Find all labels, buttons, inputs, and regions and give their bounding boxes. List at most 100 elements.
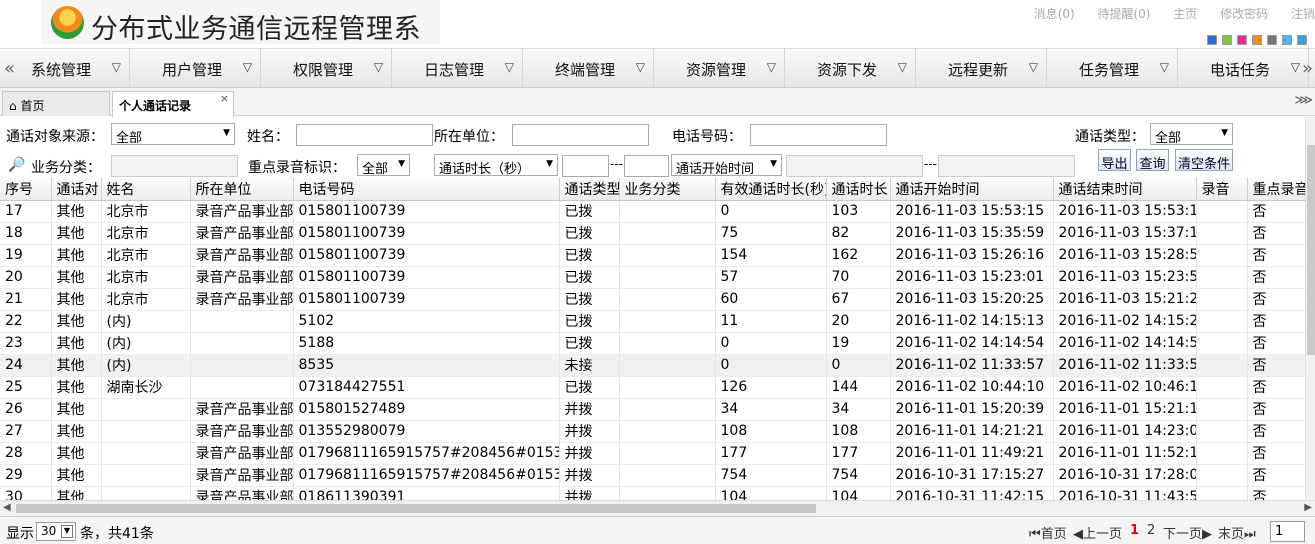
scroll-left-icon[interactable]: ◀ [3, 502, 11, 513]
tab-scroll-icon[interactable]: ⋙ [1295, 93, 1314, 108]
clear-button[interactable]: 清空条件 [1175, 149, 1233, 172]
nav-item-5[interactable]: 终端管理 ▽ [523, 49, 654, 87]
chevron-down-icon[interactable]: ▽ [243, 60, 252, 74]
column-header[interactable]: 通话类型 [559, 178, 620, 201]
nav-item-label: 日志管理 [423, 61, 484, 79]
theme-swatch[interactable] [1252, 35, 1262, 45]
change-password-link[interactable]: 修改密码 [1220, 7, 1268, 21]
last-page-button[interactable]: 末页⏭ [1218, 523, 1256, 542]
column-header[interactable]: 通话开始时间 [890, 178, 1054, 201]
column-header[interactable]: 所在单位 [190, 178, 294, 201]
column-header[interactable]: 有效通话时长(秒) [715, 178, 827, 201]
tab-call-records[interactable]: 个人通话记录 × [112, 91, 234, 117]
chevron-down-icon[interactable]: ▽ [1291, 60, 1300, 74]
call-type-select[interactable]: 全部 ▼ [1150, 123, 1233, 146]
table-row[interactable]: 22 其他 (内) 5102 已拨 11 20 2016-11-02 14:15:13 2016… [0, 310, 1305, 333]
horizontal-scroll-thumb[interactable] [16, 504, 816, 513]
next-page-button[interactable]: 下一页▶ [1163, 523, 1212, 542]
chevron-down-icon[interactable]: ▽ [112, 60, 121, 74]
time-start-input[interactable] [786, 155, 923, 177]
table-row[interactable]: 21 其他 北京市 录音产品事业部 015801100739 已拨 60 67 2016-11-… [0, 288, 1305, 311]
nav-item-2[interactable]: 用户管理 ▽ [130, 49, 261, 87]
first-page-button[interactable]: ⏮首页 [1029, 523, 1067, 542]
page-2-link[interactable]: 2 [1147, 523, 1155, 538]
table-row[interactable]: 25 其他 湖南长沙 073184427551 已拨 126 144 2016-11-02 1… [0, 376, 1305, 399]
theme-swatch[interactable] [1282, 35, 1292, 45]
vertical-scrollbar[interactable] [1305, 117, 1315, 500]
table-row[interactable]: 17 其他 北京市 录音产品事业部 015801100739 已拨 0 103 2016-11-… [0, 200, 1305, 223]
horizontal-scrollbar[interactable]: ◀ ▶ [0, 500, 1315, 516]
theme-swatch[interactable] [1222, 35, 1232, 45]
duration-max-input[interactable] [624, 155, 669, 177]
column-header[interactable]: 重点录音 [1247, 178, 1305, 201]
phone-input[interactable] [750, 124, 887, 146]
table-row[interactable]: 30 其他 录音产品事业部 018611390391 并拨 104 104 2016-10-3… [0, 486, 1305, 500]
column-header[interactable]: 录音 [1196, 178, 1248, 201]
chevron-down-icon[interactable]: ▽ [505, 60, 514, 74]
theme-swatch[interactable] [1237, 35, 1247, 45]
table-row[interactable]: 20 其他 北京市 录音产品事业部 015801100739 已拨 57 70 2016-11-… [0, 266, 1305, 289]
theme-swatch[interactable] [1267, 35, 1277, 45]
column-header[interactable]: 通话结束时间 [1053, 178, 1197, 201]
nav-item-7[interactable]: 资源下发 ▽ [785, 49, 916, 87]
column-header[interactable]: 姓名 [101, 178, 191, 201]
phone-label: 电话号码： [672, 129, 742, 145]
table-row[interactable]: 29其他 录音产品事业部01796811165915757#208456#0153… [0, 464, 1305, 487]
nav-item-8[interactable]: 远程更新 ▽ [916, 49, 1047, 87]
column-header[interactable]: 电话号码 [293, 178, 560, 201]
nav-item-9[interactable]: 任务管理 ▽ [1047, 49, 1178, 87]
theme-swatch[interactable] [1297, 35, 1307, 45]
table-cell: 录音产品事业部 [190, 420, 294, 443]
table-row[interactable]: 26 其他 录音产品事业部 015801527489 并拨 34 34 2016-11-01 … [0, 398, 1305, 421]
table-row[interactable]: 18 其他 北京市 录音产品事业部 015801100739 已拨 75 82 2016-11-… [0, 222, 1305, 245]
column-header[interactable]: 通话对 [51, 178, 102, 201]
nav-item-6[interactable]: 资源管理 ▽ [654, 49, 785, 87]
page-size-select[interactable]: 30 ▼ [36, 522, 76, 541]
time-field-select[interactable]: 通话开始时间 ▼ [671, 154, 782, 177]
table-row[interactable]: 24 其他 (内) 8535 未接 0 0 2016-11-02 11:33:57 2016-1… [0, 354, 1305, 377]
table-row[interactable]: 23 其他 (内) 5188 已拨 0 19 2016-11-02 14:14:54 2016-… [0, 332, 1305, 355]
chevron-down-icon[interactable]: ▽ [767, 60, 776, 74]
table-cell: 其他 [51, 464, 102, 487]
prev-page-button[interactable]: ◀上一页 [1073, 523, 1122, 542]
export-button[interactable]: 导出 [1098, 149, 1131, 172]
unit-input[interactable] [512, 124, 649, 146]
duration-min-input[interactable] [562, 155, 609, 177]
source-select[interactable]: 全部 ▼ [111, 123, 235, 146]
table-row[interactable]: 27 其他 录音产品事业部 013552980079 并拨 108 108 2016-11-0… [0, 420, 1305, 443]
table-row[interactable]: 28其他 录音产品事业部01796811165915757#208456#0153… [0, 442, 1305, 465]
scroll-right-icon[interactable]: ▶ [1304, 502, 1312, 513]
nav-item-3[interactable]: 权限管理 ▽ [261, 49, 392, 87]
chevron-down-icon[interactable]: ▽ [1029, 60, 1038, 74]
chevron-down-icon[interactable]: ▽ [374, 60, 383, 74]
nav-item-1[interactable]: 系统管理 ▽ [0, 49, 130, 87]
nav-item-10[interactable]: 电话任务 ▽ [1178, 49, 1309, 87]
query-button[interactable]: 查询 [1136, 149, 1169, 172]
logout-link[interactable]: 注销 [1291, 7, 1315, 21]
table-cell: 57 [715, 266, 827, 289]
chevron-down-icon[interactable]: ▽ [898, 60, 907, 74]
duration-field-select[interactable]: 通话时长（秒） ▼ [434, 154, 558, 177]
name-input[interactable] [296, 124, 433, 146]
vertical-scroll-thumb[interactable] [1307, 145, 1315, 355]
home-link[interactable]: 主页 [1173, 7, 1197, 21]
chevron-down-icon[interactable]: ▽ [636, 60, 645, 74]
page-number-input[interactable]: 1 [1270, 521, 1305, 542]
nav-item-4[interactable]: 日志管理 ▽ [392, 49, 523, 87]
chevron-down-icon[interactable]: ▽ [1160, 60, 1169, 74]
table-cell: 19 [0, 244, 52, 267]
time-end-input[interactable] [938, 155, 1075, 177]
messages-link[interactable]: 消息(0) [1034, 7, 1075, 21]
tab-home[interactable]: ⌂ 首页 [2, 91, 110, 116]
nav-scroll-right-icon[interactable]: » [1302, 58, 1313, 79]
column-header[interactable]: 序号 [0, 178, 52, 201]
page-1-link[interactable]: 1 [1130, 523, 1139, 538]
category-input[interactable] [111, 155, 238, 177]
table-row[interactable]: 19 其他 北京市 录音产品事业部 015801100739 已拨 154 162 2016-1… [0, 244, 1305, 267]
key-recording-select[interactable]: 全部 ▼ [357, 154, 410, 177]
close-icon[interactable]: × [220, 92, 229, 105]
reminders-link[interactable]: 待提醒(0) [1097, 7, 1150, 21]
column-header[interactable]: 业务分类 [619, 178, 716, 201]
column-header[interactable]: 通话时长 [826, 178, 891, 201]
theme-swatch[interactable] [1207, 35, 1217, 45]
